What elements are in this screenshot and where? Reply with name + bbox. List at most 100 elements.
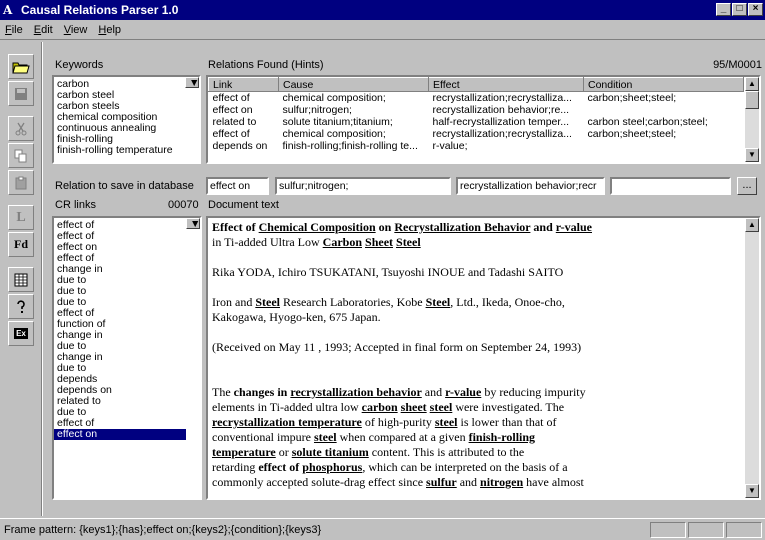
exit-icon[interactable]: Ex xyxy=(8,321,34,346)
column-header-link[interactable]: Link xyxy=(208,77,279,92)
list-item[interactable]: change in xyxy=(54,264,200,275)
cause-field[interactable]: sulfur;nitrogen; xyxy=(275,177,451,195)
list-item[interactable]: chemical composition xyxy=(54,112,199,123)
relations-scrollbar[interactable]: ▲ ▼ xyxy=(745,77,759,162)
condition-field[interactable] xyxy=(610,177,731,195)
table-cell: effect of xyxy=(212,128,250,140)
list-item[interactable]: effect on xyxy=(54,242,200,253)
list-item[interactable]: effect of xyxy=(54,418,200,429)
toolbar-separator xyxy=(41,42,43,516)
list-item[interactable]: due to xyxy=(54,363,200,374)
list-item[interactable]: function of xyxy=(54,319,200,330)
cut-icon[interactable] xyxy=(8,116,34,141)
text-run: elements in Ti-added ultra low xyxy=(212,400,362,414)
list-item[interactable]: due to xyxy=(54,275,200,286)
column-header-condition[interactable]: Condition xyxy=(583,77,744,92)
grid-icon[interactable] xyxy=(8,267,34,292)
document-body[interactable]: Effect of Chemical Composition on Recrys… xyxy=(208,218,759,492)
close-button[interactable]: × xyxy=(748,3,763,16)
crlinks-scrollbar[interactable]: ▲ ▼ xyxy=(186,218,200,229)
scroll-up-icon[interactable]: ▲ xyxy=(745,77,759,91)
keyword-highlight[interactable]: finish-rolling xyxy=(469,430,535,444)
scroll-up-icon[interactable]: ▲ xyxy=(745,218,759,232)
list-item[interactable]: carbon xyxy=(54,77,199,90)
list-item[interactable]: due to xyxy=(54,407,200,418)
abstract-line: recrystallization temperature of high-pu… xyxy=(212,415,755,430)
list-item[interactable]: effect of xyxy=(54,231,200,242)
text-run: is lower than that of xyxy=(457,415,557,429)
list-item[interactable]: effect of xyxy=(54,308,200,319)
table-row[interactable]: effect of chemical composition; recrystall… xyxy=(209,92,744,105)
paste-icon[interactable] xyxy=(8,170,34,195)
scroll-down-icon[interactable]: ▼ xyxy=(745,148,759,162)
scroll-down-icon[interactable]: ▼ xyxy=(185,77,199,88)
link-field[interactable]: effect on xyxy=(206,177,269,195)
abstract-line: conventional impure steel when compared … xyxy=(212,430,755,445)
browse-button[interactable]: ... xyxy=(737,177,757,195)
maximize-button[interactable]: □ xyxy=(732,3,747,16)
list-item[interactable]: related to xyxy=(54,396,200,407)
table-row[interactable]: depends on finish-rolling;finish-rolling … xyxy=(209,140,744,152)
list-item-selected[interactable]: effect on xyxy=(54,429,186,440)
relations-table[interactable]: Link Cause Effect Condition effect of che… xyxy=(206,75,761,164)
column-header-cause[interactable]: Cause xyxy=(278,77,429,92)
table-cell: r-value; xyxy=(432,140,468,152)
menu-edit[interactable]: Edit xyxy=(29,24,59,36)
keywords-scrollbar[interactable]: ▲ ▼ xyxy=(185,77,199,88)
save-icon[interactable] xyxy=(8,81,34,106)
keyword-highlight[interactable]: r-value xyxy=(445,385,481,399)
list-item[interactable]: due to xyxy=(54,341,200,352)
document-text-area[interactable]: Effect of Chemical Composition on Recrys… xyxy=(206,216,761,500)
table-row[interactable]: effect of chemical composition; recrystall… xyxy=(209,128,744,140)
text-run: content. This is attributed to the xyxy=(368,445,525,459)
open-folder-icon[interactable] xyxy=(8,54,34,79)
list-item[interactable]: change in xyxy=(54,330,200,341)
fd-tool-icon[interactable]: Fd xyxy=(8,232,34,257)
list-item[interactable]: change in xyxy=(54,352,200,363)
effect-field[interactable]: recrystallization behavior;recr xyxy=(456,177,605,195)
scroll-thumb[interactable] xyxy=(745,91,759,109)
keyword-highlight[interactable]: recrystallization behavior xyxy=(290,385,421,399)
keywords-list[interactable]: carbon carbon steel carbon steels chemic… xyxy=(52,75,201,164)
table-row[interactable]: effect on sulfur;nitrogen; recrystallizati… xyxy=(209,104,744,116)
list-item[interactable]: depends xyxy=(54,374,200,385)
keyword-highlight[interactable]: steel xyxy=(430,400,453,414)
menu-file[interactable]: File xyxy=(0,24,29,36)
l-tool-icon[interactable]: L xyxy=(8,205,34,230)
keyword-highlight[interactable]: steel xyxy=(435,415,458,429)
keyword-highlight[interactable]: temperature xyxy=(212,445,276,459)
minimize-button[interactable]: _ xyxy=(716,3,731,16)
menu-view[interactable]: View xyxy=(59,24,94,36)
menu-help[interactable]: Help xyxy=(93,24,127,36)
table-cell: half-recrystallization temper... xyxy=(432,116,570,128)
scroll-down-icon[interactable]: ▼ xyxy=(186,218,200,229)
keyword-highlight[interactable]: solute titanium xyxy=(292,445,369,459)
list-item[interactable]: finish-rolling xyxy=(54,134,199,145)
keyword-highlight[interactable]: nitrogen xyxy=(480,475,523,489)
menu-bar: File Edit View Help xyxy=(0,20,765,40)
list-item[interactable]: due to xyxy=(54,286,200,297)
crlinks-list[interactable]: effect of effect of effect on effect of … xyxy=(52,216,202,500)
list-item[interactable]: carbon steels xyxy=(54,101,199,112)
keyword-highlight[interactable]: carbon xyxy=(362,400,398,414)
list-item[interactable]: continuous annealing xyxy=(54,123,199,134)
list-item[interactable]: effect of xyxy=(54,253,200,264)
keyword-highlight[interactable]: phosphorus xyxy=(302,460,362,474)
table-row[interactable]: related to solute titanium;titanium; half-… xyxy=(209,116,744,128)
keyword-highlight[interactable]: recrystallization temperature xyxy=(212,415,362,429)
copy-icon[interactable] xyxy=(8,143,34,168)
title-bar[interactable]: A Causal Relations Parser 1.0 _ □ × xyxy=(0,0,765,20)
list-item[interactable]: finish-rolling temperature xyxy=(54,145,199,156)
list-item[interactable]: depends on xyxy=(54,385,200,396)
document-scrollbar[interactable]: ▲ ▼ xyxy=(745,218,759,498)
list-item[interactable]: carbon steel xyxy=(54,90,199,101)
keyword-highlight[interactable]: sheet xyxy=(401,400,427,414)
list-item[interactable]: effect of xyxy=(54,220,200,231)
abstract-line: elements in Ti-added ultra low carbon sh… xyxy=(212,400,755,415)
scroll-down-icon[interactable]: ▼ xyxy=(745,484,759,498)
list-item[interactable]: due to xyxy=(54,297,200,308)
keyword-highlight[interactable]: steel xyxy=(314,430,337,444)
keyword-highlight[interactable]: sulfur xyxy=(426,475,457,489)
column-header-effect[interactable]: Effect xyxy=(428,77,584,92)
help-icon[interactable] xyxy=(8,294,34,319)
